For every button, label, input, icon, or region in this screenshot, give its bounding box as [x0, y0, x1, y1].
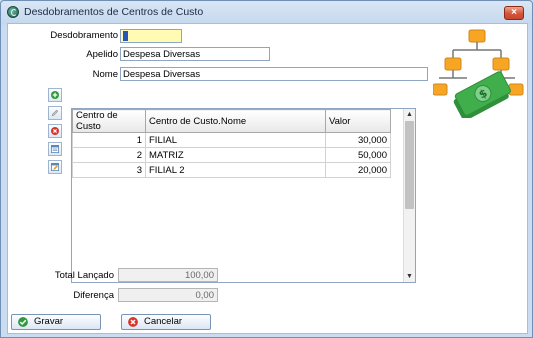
list-button[interactable]: [48, 142, 62, 156]
total-lancado-label: Total Lançado: [54, 270, 114, 281]
cell-nome[interactable]: MATRIZ: [145, 147, 326, 163]
column-header-centro[interactable]: Centro de Custo: [72, 109, 146, 133]
nome-label: Nome: [92, 69, 118, 80]
cell-nome[interactable]: FILIAL 2: [145, 162, 326, 178]
cancelar-label: Cancelar: [144, 316, 183, 327]
app-icon: [7, 6, 19, 18]
cell-centro[interactable]: 2: [72, 147, 146, 163]
cost-center-illustration: $: [432, 28, 525, 121]
diferenca-field: 0,00: [118, 288, 218, 302]
add-row-button[interactable]: [48, 88, 62, 102]
client-area: Desdobramento 1 Apelido Despesa Diversas…: [7, 23, 528, 334]
list-edit-icon: [51, 163, 59, 171]
apelido-field[interactable]: Despesa Diversas: [120, 47, 270, 61]
list-edit-button[interactable]: [48, 160, 62, 174]
list-icon: [51, 145, 59, 153]
grid-header-row: Centro de Custo Centro de Custo.Nome Val…: [72, 109, 391, 133]
delete-icon: [51, 127, 59, 135]
scroll-up-icon[interactable]: ▲: [404, 109, 415, 120]
cell-centro[interactable]: 3: [72, 162, 146, 178]
text-caret: [123, 31, 128, 42]
table-row[interactable]: 3 FILIAL 2 20,000: [72, 162, 391, 178]
nome-field[interactable]: Despesa Diversas: [120, 67, 428, 81]
gravar-label: Gravar: [34, 316, 64, 327]
apelido-label: Apelido: [86, 49, 118, 60]
title-bar: Desdobramentos de Centros de Custo ×: [1, 1, 532, 23]
total-lancado-field: 100,00: [118, 268, 218, 282]
window-title: Desdobramentos de Centros de Custo: [24, 6, 204, 18]
add-icon: [51, 91, 59, 99]
org-chart-money-icon: $: [432, 29, 524, 121]
scroll-down-icon[interactable]: ▼: [404, 271, 415, 282]
diferenca-label: Diferença: [73, 290, 114, 301]
grid-scrollbar[interactable]: ▲ ▼: [403, 109, 415, 282]
cell-valor[interactable]: 50,000: [325, 147, 391, 163]
desdobramento-field[interactable]: 1: [120, 29, 182, 43]
cancelar-button[interactable]: Cancelar: [121, 314, 211, 330]
cell-centro[interactable]: 1: [72, 132, 146, 148]
dialog-window: Desdobramentos de Centros de Custo × Des…: [0, 0, 533, 338]
delete-row-button[interactable]: [48, 124, 62, 138]
desdobramento-label: Desdobramento: [50, 30, 118, 41]
cell-valor[interactable]: 20,000: [325, 162, 391, 178]
edit-row-button[interactable]: [48, 106, 62, 120]
table-row[interactable]: 2 MATRIZ 50,000: [72, 147, 391, 163]
column-header-nome[interactable]: Centro de Custo.Nome: [145, 109, 326, 133]
column-header-valor[interactable]: Valor: [325, 109, 391, 133]
cost-center-grid[interactable]: Centro de Custo Centro de Custo.Nome Val…: [71, 108, 416, 283]
cell-valor[interactable]: 30,000: [325, 132, 391, 148]
cancel-icon: [128, 317, 138, 327]
grid-table: Centro de Custo Centro de Custo.Nome Val…: [72, 109, 391, 178]
table-row[interactable]: 1 FILIAL 30,000: [72, 132, 391, 148]
scroll-thumb[interactable]: [405, 121, 414, 209]
check-icon: [18, 317, 28, 327]
cell-nome[interactable]: FILIAL: [145, 132, 326, 148]
gravar-button[interactable]: Gravar: [11, 314, 101, 330]
edit-icon: [51, 109, 59, 117]
close-button[interactable]: ×: [504, 6, 524, 20]
